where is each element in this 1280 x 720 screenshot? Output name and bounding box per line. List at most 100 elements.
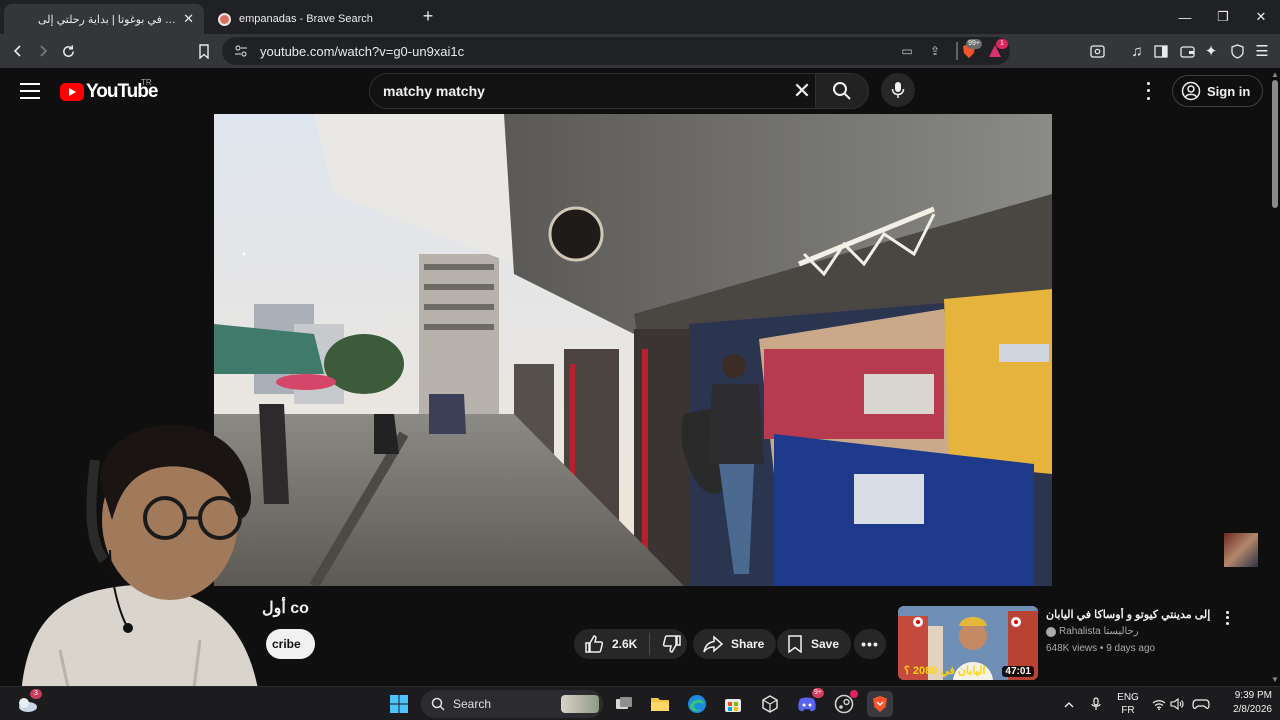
bookmark-button[interactable] xyxy=(193,40,215,62)
vpn-icon[interactable] xyxy=(1226,40,1248,62)
show-hidden-icons[interactable] xyxy=(1060,687,1078,720)
subscribe-button[interactable]: cribe xyxy=(266,629,315,659)
page-scrollbar[interactable]: ▲ ▼ xyxy=(1270,68,1280,686)
address-bar[interactable]: youtube.com/watch?v=g0-un9xai1c ▭ ⇪ 99+ … xyxy=(222,37,1010,65)
close-tab-icon[interactable]: ✕ xyxy=(183,11,194,27)
restore-button[interactable]: ❐ xyxy=(1204,0,1242,34)
file-explorer-icon[interactable] xyxy=(647,691,673,717)
save-button[interactable]: Save xyxy=(777,629,852,659)
menu-hamburger-icon[interactable] xyxy=(20,83,40,99)
search-input[interactable]: matchy matchy xyxy=(383,83,485,99)
cast-icon[interactable]: ▭ xyxy=(898,42,916,60)
search-icon xyxy=(431,697,445,711)
clear-search-icon[interactable]: ✕ xyxy=(789,78,815,104)
site-settings-icon[interactable] xyxy=(234,44,248,58)
thumbs-up-icon xyxy=(585,635,604,653)
discord-icon[interactable]: 9+ xyxy=(794,688,824,717)
thumbs-down-icon xyxy=(663,635,682,653)
language-indicator[interactable]: ENG FR xyxy=(1114,687,1142,720)
scroll-down-icon[interactable]: ▼ xyxy=(1271,675,1279,684)
weather-icon[interactable]: 3 xyxy=(14,689,42,717)
channel-name: Rahalista رحاليستا xyxy=(1059,626,1139,637)
dislike-button[interactable] xyxy=(662,634,682,654)
bookmark-icon xyxy=(199,43,209,59)
rewards-count-badge: 1 xyxy=(996,39,1008,49)
steam-icon[interactable] xyxy=(831,690,858,717)
save-label: Save xyxy=(811,637,840,651)
reload-button[interactable] xyxy=(57,40,79,62)
tab-brave-search[interactable]: empanadas - Brave Search xyxy=(208,4,412,34)
youtube-logo[interactable]: YouTube TR xyxy=(60,78,158,103)
like-button[interactable] xyxy=(584,634,604,654)
browser-menu-icon[interactable]: ☰ xyxy=(1251,40,1273,62)
like-count: 2.6K xyxy=(612,637,638,651)
wallet-icon[interactable] xyxy=(1176,40,1198,62)
back-button[interactable] xyxy=(7,40,29,62)
forward-arrow-icon xyxy=(40,45,48,57)
scroll-up-icon[interactable]: ▲ xyxy=(1271,70,1279,79)
share-button[interactable]: Share xyxy=(693,629,777,659)
edge-icon[interactable] xyxy=(684,691,710,717)
voice-search-button[interactable] xyxy=(881,73,915,107)
sidebar-icon[interactable] xyxy=(1150,40,1172,62)
more-dots-icon: ••• xyxy=(861,636,879,652)
tab-title: empanadas - Brave Search xyxy=(239,13,373,25)
share-page-icon[interactable]: ⇪ xyxy=(926,42,944,60)
verified-icon xyxy=(1046,626,1056,637)
recommendation-menu-icon[interactable] xyxy=(1222,610,1232,626)
new-tab-button[interactable]: + xyxy=(418,6,438,26)
taskbar-search-label: Search xyxy=(453,697,492,711)
recommendation-meta: 648K views • 9 days ago xyxy=(1046,643,1156,654)
wifi-icon[interactable] xyxy=(1150,687,1168,720)
brave-taskbar-icon[interactable] xyxy=(867,691,893,717)
forward-button[interactable] xyxy=(32,40,54,62)
subscribe-label: cribe xyxy=(272,637,301,651)
recommendation-channel[interactable]: Rahalista رحاليستا xyxy=(1046,626,1139,637)
more-actions-button[interactable]: ••• xyxy=(854,629,886,659)
divider xyxy=(956,42,958,60)
country-code: TR xyxy=(141,78,152,87)
task-view-icon[interactable] xyxy=(611,691,637,717)
clock-date: 2/8/2026 xyxy=(1233,704,1272,715)
system-clock[interactable]: 9:39 PM 2/8/2026 xyxy=(1214,689,1278,717)
thumbnail-overlay-text: اليابان في 2080 ؟ xyxy=(904,665,986,677)
search-box[interactable]: matchy matchy ✕ xyxy=(369,73,815,109)
unity-icon[interactable] xyxy=(757,691,783,717)
volume-icon[interactable] xyxy=(1168,687,1186,720)
browser-tab-bar: أول يوم في بوغوتا | بداية رحلتي إلى ✕ em… xyxy=(0,0,1280,93)
webcam-overlay xyxy=(0,400,270,720)
brave-rewards-icon[interactable]: 1 xyxy=(986,39,1008,60)
sign-in-button[interactable]: Sign in xyxy=(1172,75,1264,107)
recommendation-thumbnail[interactable]: اليابان في 2080 ؟ 47:01 xyxy=(898,606,1038,680)
divider xyxy=(649,633,651,655)
back-arrow-icon xyxy=(13,45,21,57)
reload-icon xyxy=(62,44,74,57)
close-window-button[interactable]: ✕ xyxy=(1242,0,1280,34)
search-button[interactable] xyxy=(815,73,869,109)
microphone-tray-icon[interactable] xyxy=(1087,687,1105,720)
save-bookmark-icon xyxy=(788,635,802,653)
video-player[interactable] xyxy=(214,114,1052,586)
brave-shields-icon[interactable]: 99+ xyxy=(960,39,982,60)
windows-logo-icon xyxy=(390,695,408,713)
settings-menu-icon[interactable] xyxy=(1138,80,1158,102)
browser-toolbar: youtube.com/watch?v=g0-un9xai1c ▭ ⇪ 99+ … xyxy=(0,34,1280,68)
start-button[interactable] xyxy=(386,691,412,717)
url-text[interactable]: youtube.com/watch?v=g0-un9xai1c xyxy=(260,44,464,59)
video-duration: 47:01 xyxy=(1002,666,1034,677)
recommendation-title[interactable]: سافرت إلى مدينتي كيوتو و أوساكا في الياب… xyxy=(1046,608,1214,621)
minimize-button[interactable]: — xyxy=(1166,0,1204,34)
taskbar-search[interactable]: Search xyxy=(421,690,603,718)
screen: أول يوم في بوغوتا | بداية رحلتي إلى ✕ em… xyxy=(0,0,1280,720)
microsoft-store-icon[interactable] xyxy=(720,691,746,717)
windows-taskbar: 3 Search 9+ ENG FR 9:39 PM 2/8/2026 xyxy=(0,686,1280,720)
channel-avatar[interactable] xyxy=(1224,533,1258,567)
tab-youtube[interactable]: أول يوم في بوغوتا | بداية رحلتي إلى ✕ xyxy=(4,4,204,93)
share-label: Share xyxy=(731,637,765,651)
scrollbar-thumb[interactable] xyxy=(1272,80,1278,208)
steam-badge xyxy=(850,690,858,698)
reader-mode-icon[interactable] xyxy=(1086,40,1108,62)
leo-ai-icon[interactable]: ✦ xyxy=(1200,40,1222,62)
media-icon[interactable]: ♫ xyxy=(1126,40,1148,62)
game-controller-icon[interactable] xyxy=(1190,687,1212,720)
